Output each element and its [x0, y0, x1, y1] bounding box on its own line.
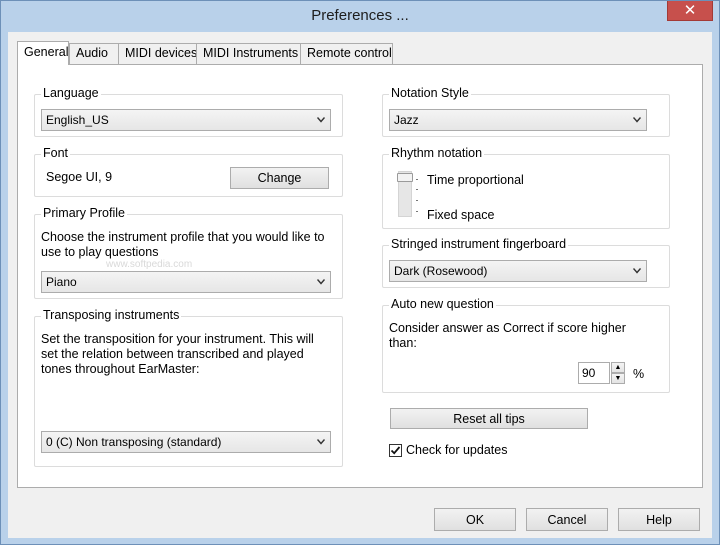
window-title: Preferences ... — [311, 7, 409, 24]
reset-all-tips-button[interactable]: Reset all tips — [390, 408, 588, 429]
rhythm-option-fixed-space: Fixed space — [427, 208, 495, 222]
language-value: English_US — [46, 113, 109, 127]
transposing-description: Set the transposition for your instrumen… — [41, 332, 314, 376]
fingerboard-group: Stringed instrument fingerboard Dark (Ro… — [382, 237, 670, 288]
slider-tick — [416, 211, 418, 212]
check-for-updates-label[interactable]: Check for updates — [406, 443, 507, 458]
checkmark-icon — [390, 446, 401, 455]
chevron-down-icon — [317, 439, 325, 445]
slider-thumb[interactable] — [397, 173, 413, 182]
chevron-down-icon — [633, 117, 641, 123]
auto-new-question-description: Consider answer as Correct if score high… — [389, 321, 626, 350]
notation-style-group-title: Notation Style — [389, 86, 471, 100]
notation-style-value: Jazz — [394, 113, 419, 127]
preferences-window: Preferences ... ✕ General Audio MIDI dev… — [0, 0, 720, 545]
tab-general[interactable]: General — [17, 41, 69, 65]
rhythm-option-time-proportional: Time proportional — [427, 173, 524, 187]
auto-new-question-group: Auto new question Consider answer as Cor… — [382, 297, 670, 393]
language-select[interactable]: English_US — [41, 109, 331, 131]
transposing-group: Transposing instruments Set the transpos… — [34, 308, 343, 467]
percent-unit: % — [633, 367, 645, 381]
spin-up-button[interactable]: ▲ — [611, 362, 625, 373]
rhythm-notation-group-title: Rhythm notation — [389, 146, 485, 160]
notation-style-select[interactable]: Jazz — [389, 109, 647, 131]
chevron-down-icon — [317, 117, 325, 123]
slider-tick — [416, 179, 418, 180]
ok-button[interactable]: OK — [434, 508, 516, 531]
primary-profile-select[interactable]: Piano — [41, 271, 331, 293]
primary-profile-group-title: Primary Profile — [41, 206, 127, 220]
font-group: Font Segoe UI, 9 Change — [34, 146, 343, 197]
chevron-down-icon — [317, 279, 325, 285]
dialog-client-area: General Audio MIDI devices MIDI Instrume… — [8, 32, 712, 538]
transposing-group-title: Transposing instruments — [41, 308, 182, 322]
cancel-button[interactable]: Cancel — [526, 508, 608, 531]
language-group-title: Language — [41, 86, 101, 100]
notation-style-group: Notation Style Jazz — [382, 86, 670, 137]
tab-midi-instruments[interactable]: MIDI Instruments — [196, 43, 301, 64]
font-value: Segoe UI, 9 — [46, 170, 113, 184]
slider-tick — [416, 200, 418, 201]
close-button[interactable]: ✕ — [667, 1, 713, 21]
check-for-updates-checkbox[interactable] — [389, 444, 402, 457]
general-tab-panel: Language English_US Font Segoe UI, 9 Cha… — [17, 64, 703, 488]
language-group: Language English_US — [34, 86, 343, 137]
chevron-down-icon — [633, 268, 641, 274]
tab-midi-devices[interactable]: MIDI devices — [118, 43, 197, 64]
fingerboard-group-title: Stringed instrument fingerboard — [389, 237, 569, 251]
spin-down-button[interactable]: ▼ — [611, 373, 625, 384]
font-group-title: Font — [41, 146, 71, 160]
rhythm-notation-group: Rhythm notation Time proportional Fixed … — [382, 146, 670, 229]
transposition-select[interactable]: 0 (C) Non transposing (standard) — [41, 431, 331, 453]
change-font-button[interactable]: Change — [230, 167, 329, 189]
score-threshold-input[interactable]: 90 — [578, 362, 610, 384]
primary-profile-description: Choose the instrument profile that you w… — [41, 230, 325, 259]
tab-remote-control[interactable]: Remote control — [300, 43, 393, 64]
fingerboard-select[interactable]: Dark (Rosewood) — [389, 260, 647, 282]
transposition-value: 0 (C) Non transposing (standard) — [46, 435, 222, 449]
fingerboard-value: Dark (Rosewood) — [394, 264, 488, 278]
auto-new-question-group-title: Auto new question — [389, 297, 496, 311]
tab-audio[interactable]: Audio — [69, 43, 119, 64]
primary-profile-group: Primary Profile Choose the instrument pr… — [34, 206, 343, 299]
title-bar[interactable]: Preferences ... ✕ — [1, 1, 719, 32]
primary-profile-value: Piano — [46, 275, 77, 289]
softpedia-watermark: www.softpedia.com — [106, 259, 193, 270]
help-button[interactable]: Help — [618, 508, 700, 531]
slider-tick — [416, 189, 418, 190]
